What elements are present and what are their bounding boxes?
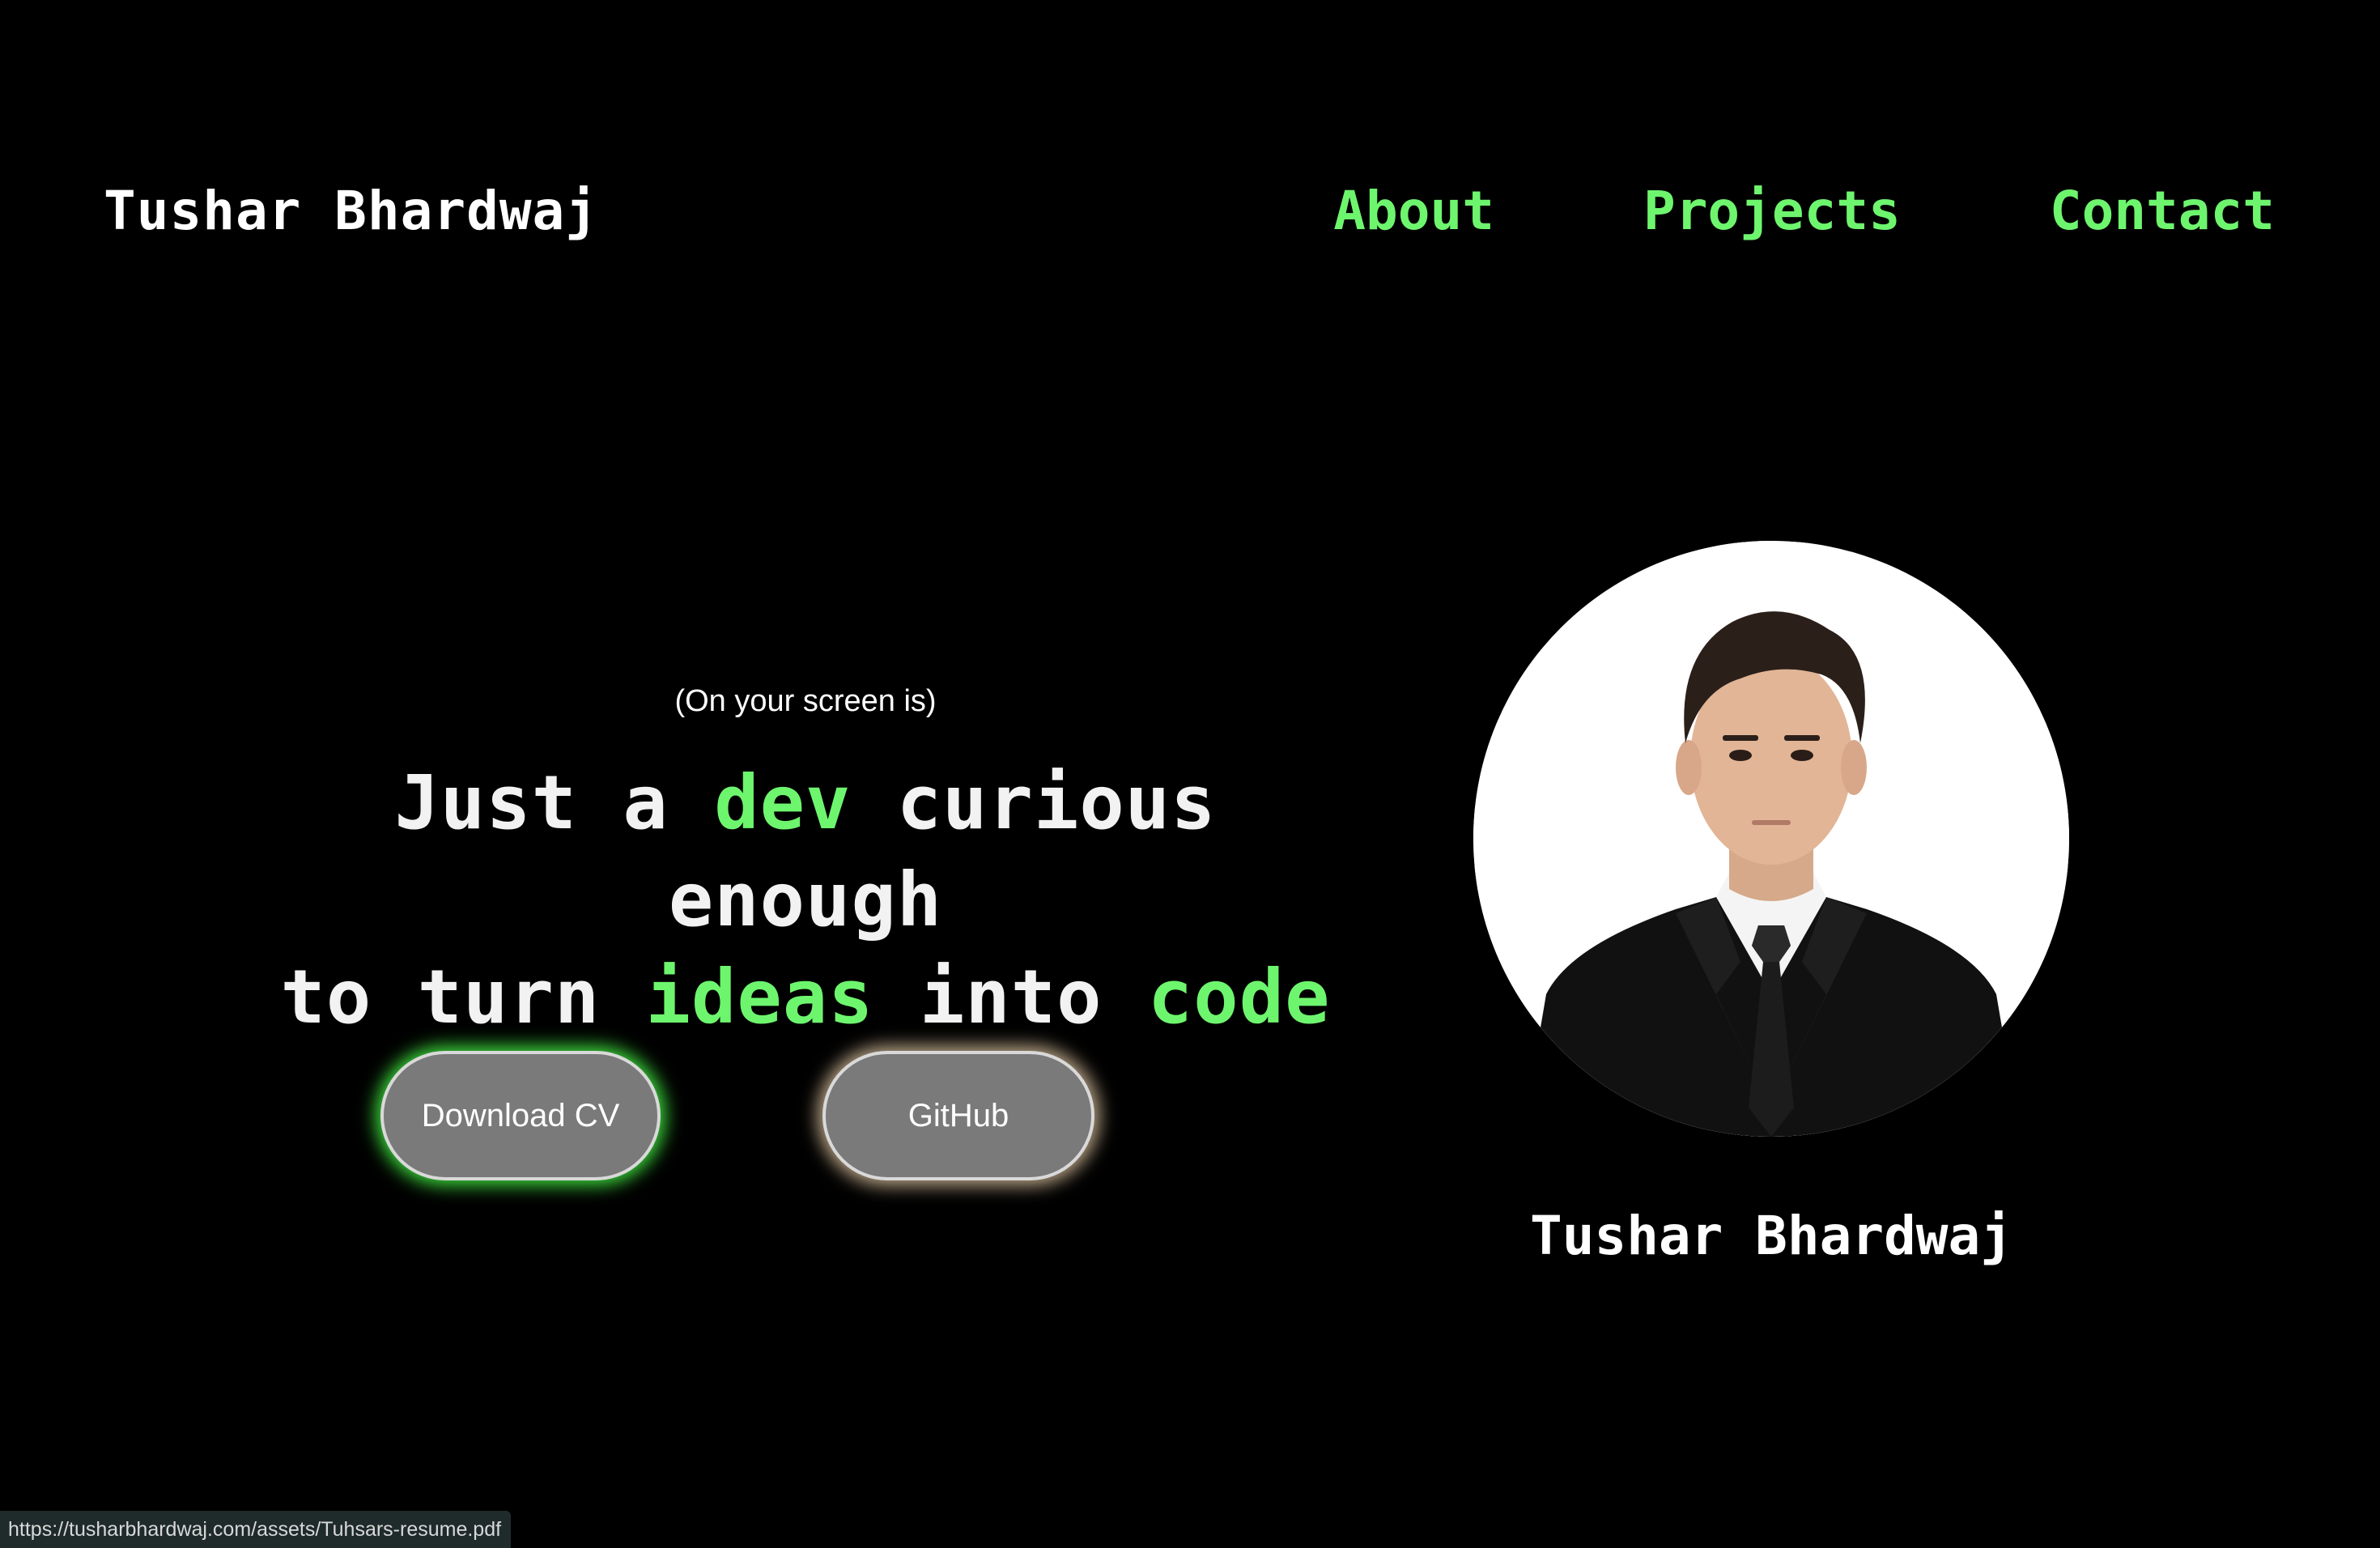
profile-photo	[1473, 541, 2069, 1137]
hero-eyebrow: (On your screen is)	[674, 684, 937, 718]
github-button[interactable]: GitHub	[822, 1051, 1094, 1180]
site-brand[interactable]: Tushar Bhardwaj	[104, 185, 598, 238]
headline-highlight-ideas: ideas	[645, 953, 874, 1040]
headline-text: into	[873, 953, 1148, 1040]
download-cv-button[interactable]: Download CV	[380, 1051, 661, 1180]
hero-section: (On your screen is) Just a dev curious e…	[243, 684, 1368, 1046]
nav-link-about[interactable]: About	[1333, 185, 1494, 238]
profile-name: Tushar Bhardwaj	[1529, 1205, 2013, 1267]
person-portrait-icon	[1473, 541, 2069, 1137]
main-nav: About Projects Contact	[1333, 185, 2275, 238]
headline-highlight-code: code	[1147, 953, 1331, 1040]
headline-text: to turn	[280, 953, 646, 1040]
hero-buttons: Download CV GitHub	[380, 1051, 1094, 1180]
headline-text: Just a	[394, 759, 715, 846]
hero-headline: Just a dev curious enough to turn ideas …	[243, 755, 1368, 1046]
headline-highlight-dev: dev	[714, 759, 852, 846]
status-bar-url: https://tusharbhardwaj.com/assets/Tuhsar…	[0, 1511, 512, 1548]
nav-link-contact[interactable]: Contact	[2050, 185, 2275, 238]
nav-link-projects[interactable]: Projects	[1643, 185, 1901, 238]
